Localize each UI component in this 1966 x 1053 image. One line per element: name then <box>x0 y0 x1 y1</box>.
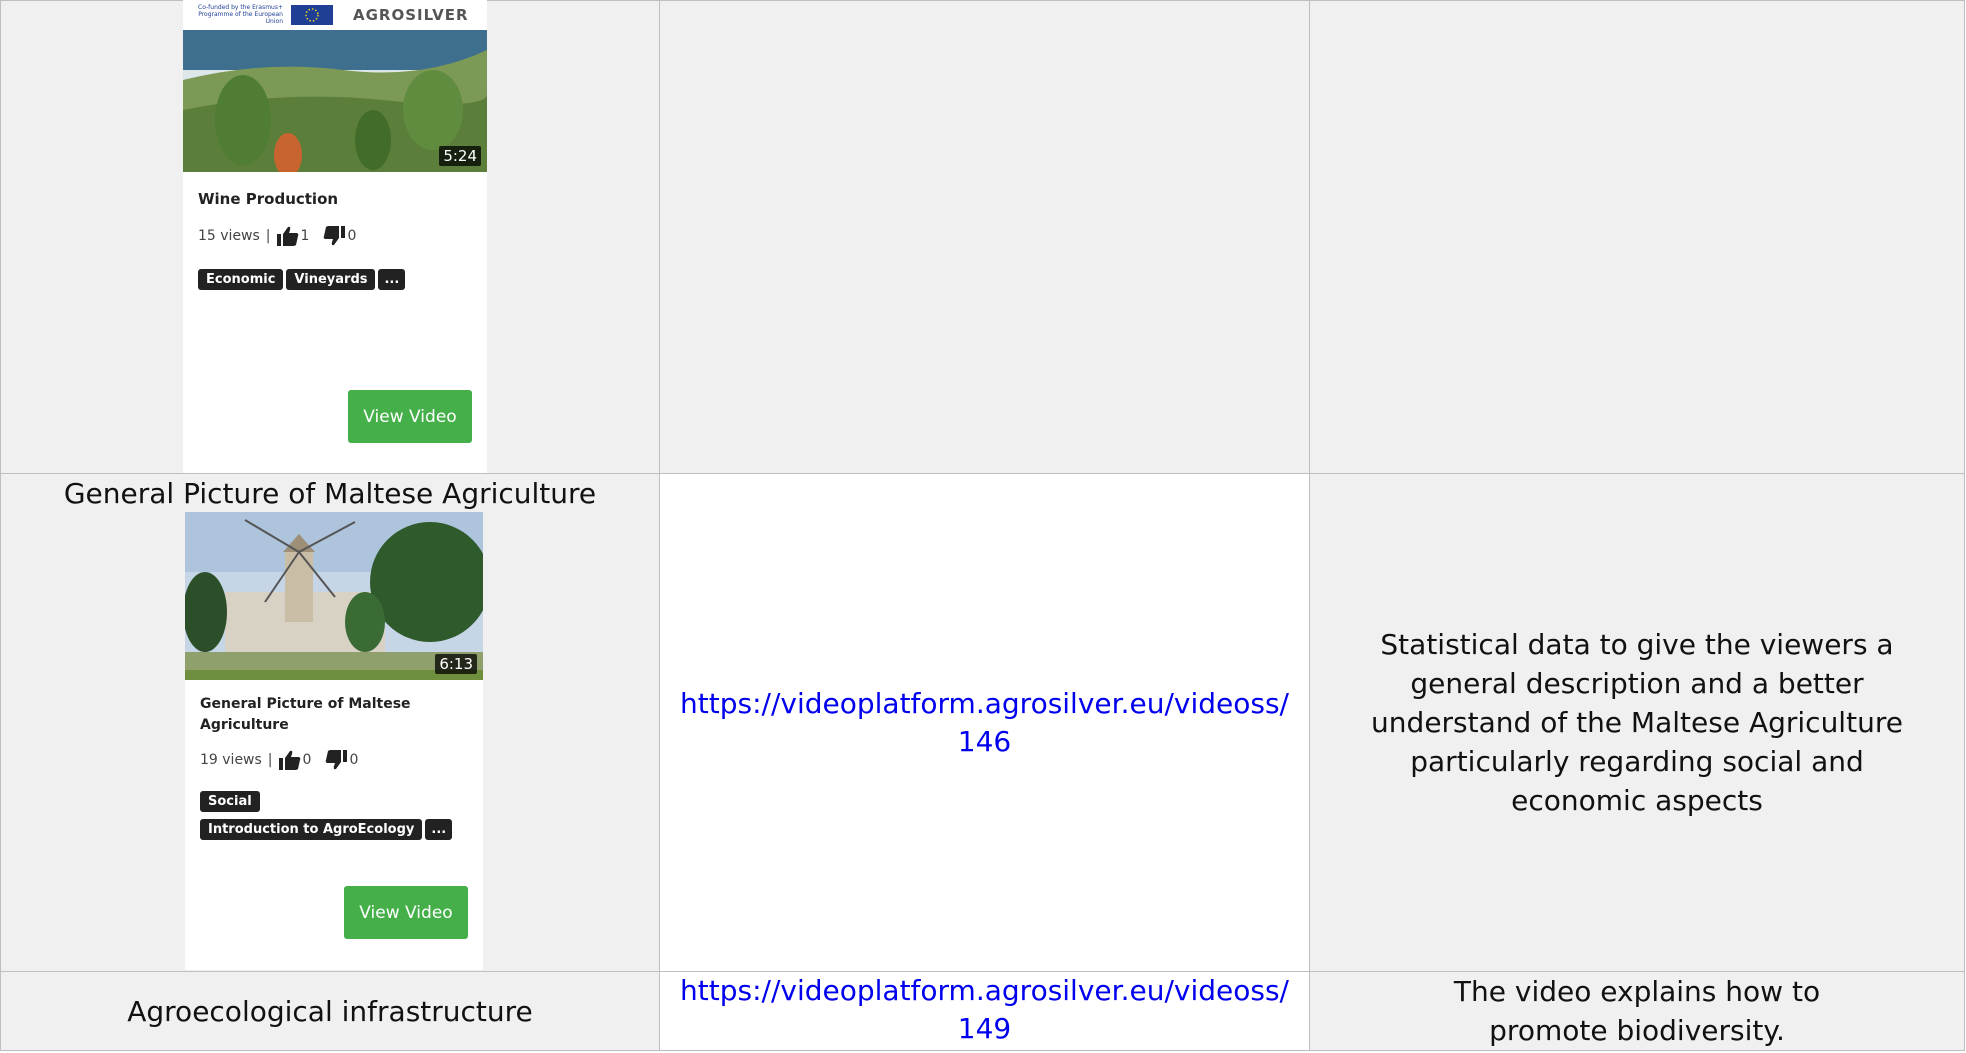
video-stats: 15 views | 1 0 <box>183 226 487 246</box>
title-cell: Agroecological infrastructure <box>0 971 660 1051</box>
video-duration: 5:24 <box>439 146 481 166</box>
view-video-button[interactable]: View Video <box>348 390 472 443</box>
view-video-button[interactable]: View Video <box>344 886 468 939</box>
video-link[interactable]: https://videoplatform.agrosilver.eu/vide… <box>660 972 1309 1048</box>
eu-funding-text: Co-funded by the Erasmus+ Programme of t… <box>198 4 283 25</box>
video-cell: Co-funded by the Erasmus+ Programme of t… <box>0 0 660 474</box>
agrosilver-logo: AGROSILVER <box>353 6 469 24</box>
video-card: 6:13 General Picture of Maltese Agricult… <box>185 512 483 970</box>
video-title[interactable]: General Picture of Maltese Agriculture <box>185 694 435 736</box>
dislike-count: 0 <box>347 228 357 244</box>
video-thumbnail[interactable]: Co-funded by the Erasmus+ Programme of t… <box>183 0 487 172</box>
video-card: Co-funded by the Erasmus+ Programme of t… <box>183 0 487 473</box>
thumbs-up-icon <box>278 750 300 770</box>
dislike-count: 0 <box>349 752 359 768</box>
table-row: Co-funded by the Erasmus+ Programme of t… <box>0 0 1965 474</box>
link-cell: https://videoplatform.agrosilver.eu/vide… <box>659 971 1310 1051</box>
description-cell <box>1309 0 1965 474</box>
stats-separator: | <box>267 752 273 768</box>
like-count: 1 <box>300 228 310 244</box>
description-cell: The video explains how to promote biodiv… <box>1309 971 1965 1051</box>
like-button[interactable]: 0 <box>278 750 312 770</box>
video-cell: General Picture of Maltese Agriculture 6… <box>0 473 660 972</box>
row-title: Agroecological infrastructure <box>127 995 533 1028</box>
table-row: General Picture of Maltese Agriculture 6… <box>0 473 1965 972</box>
video-description: The video explains how to promote biodiv… <box>1453 975 1821 1047</box>
tag-list: Economic Vineyards... <box>183 268 487 296</box>
video-stats: 19 views | 0 0 <box>185 750 483 770</box>
tag-more[interactable]: ... <box>378 269 406 290</box>
table-row: Agroecological infrastructure https://vi… <box>0 971 1965 1051</box>
video-duration: 6:13 <box>435 654 477 674</box>
description-cell: Statistical data to give the viewers a g… <box>1309 473 1965 972</box>
thumbs-up-icon <box>276 226 298 246</box>
link-cell <box>659 0 1310 474</box>
link-cell: https://videoplatform.agrosilver.eu/vide… <box>659 473 1310 972</box>
video-description: Statistical data to give the viewers a g… <box>1371 628 1903 817</box>
video-title[interactable]: Wine Production <box>183 189 487 210</box>
tag-vineyards[interactable]: Vineyards <box>286 269 376 290</box>
tag-social[interactable]: Social <box>200 791 260 812</box>
thumbs-down-icon <box>326 750 348 770</box>
like-button[interactable]: 1 <box>276 226 310 246</box>
view-count: 19 views <box>200 752 262 768</box>
video-link[interactable]: https://videoplatform.agrosilver.eu/vide… <box>660 685 1309 761</box>
tag-introduction-to-agroecology[interactable]: Introduction to AgroEcology <box>200 819 423 840</box>
thumbs-down-icon <box>324 226 346 246</box>
row-title: General Picture of Maltese Agriculture <box>63 477 597 510</box>
stats-separator: | <box>265 228 271 244</box>
document-table: Co-funded by the Erasmus+ Programme of t… <box>0 0 1965 1051</box>
video-thumbnail[interactable]: 6:13 <box>185 512 483 680</box>
tag-list: Social Introduction to AgroEcology... <box>185 790 483 846</box>
dislike-button[interactable]: 0 <box>325 750 358 770</box>
tag-more[interactable]: ... <box>425 819 453 840</box>
view-count: 15 views <box>198 228 260 244</box>
tag-economic[interactable]: Economic <box>198 269 284 290</box>
like-count: 0 <box>302 752 312 768</box>
dislike-button[interactable]: 0 <box>323 226 356 246</box>
